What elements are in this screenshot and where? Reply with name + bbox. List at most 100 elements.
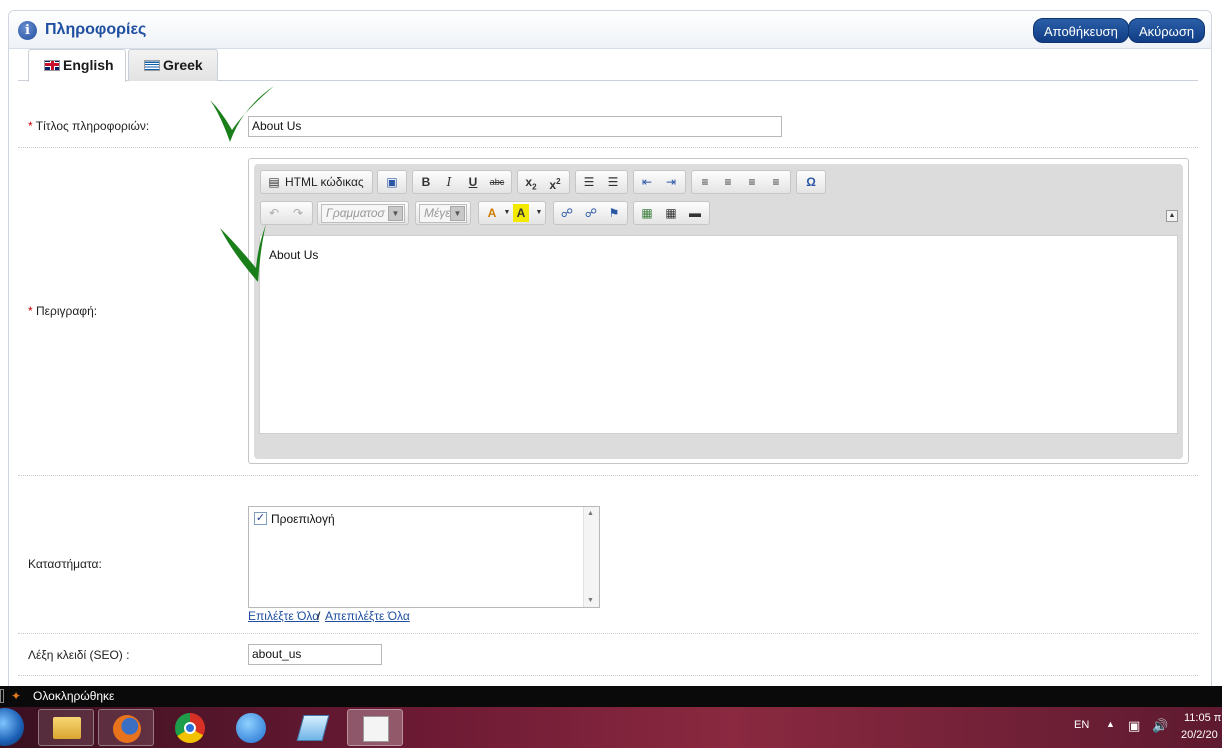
chevron-down-icon: ▼ xyxy=(450,206,465,221)
row-divider xyxy=(18,475,1198,476)
list-group: ☰ ☰ xyxy=(575,170,628,194)
panel-header: i Πληροφορίες Αποθήκευση Ακύρωση xyxy=(9,11,1211,49)
link-group: ☍ ☍ ⚑ xyxy=(553,201,628,225)
notepad-icon[interactable] xyxy=(296,715,330,741)
tab-english[interactable]: English xyxy=(28,49,126,82)
description-label: * Περιγραφή: xyxy=(28,304,97,318)
tab-greek-label: Greek xyxy=(163,57,203,73)
seo-keyword-input[interactable]: about_us xyxy=(248,644,382,665)
editor-text: About Us xyxy=(269,248,319,262)
row-divider xyxy=(18,147,1198,148)
highlight-color-icon[interactable]: A xyxy=(513,204,529,222)
font-size-value: Μέγε xyxy=(424,206,451,220)
uk-flag-icon xyxy=(44,60,60,71)
color-group: A ▼ A ▼ xyxy=(478,201,546,225)
firefox-taskbar-button[interactable] xyxy=(98,709,154,746)
editor-taskbar-button[interactable] xyxy=(347,709,403,746)
align-center-icon[interactable]: ≡ xyxy=(718,173,738,191)
cancel-button[interactable]: Ακύρωση xyxy=(1128,18,1206,43)
unordered-list-icon[interactable]: ☰ xyxy=(603,173,623,191)
explorer-taskbar-button[interactable] xyxy=(38,709,94,746)
info-icon: i xyxy=(18,21,37,40)
indent-icon[interactable]: ⇥ xyxy=(661,173,681,191)
rich-text-editor: ▤ HTML κώδικας ▣ B I U abc x2 x2 ☰ ☰ ⇤ ⇥… xyxy=(248,158,1189,464)
title-input[interactable]: About Us xyxy=(248,116,782,137)
title-label-text: Τίτλος πληροφοριών: xyxy=(35,119,150,133)
show-hidden-icons-icon[interactable]: ▲ xyxy=(1106,719,1115,729)
font-family-select[interactable]: Γραμματοσ ▼ xyxy=(321,204,405,223)
table-icon[interactable]: ▦ xyxy=(661,204,681,222)
underline-icon[interactable]: U xyxy=(463,173,483,191)
chevron-down-icon[interactable]: ▼ xyxy=(529,204,549,222)
html-source-button[interactable]: ▤ HTML κώδικας xyxy=(260,170,373,194)
anchor-flag-icon[interactable]: ⚑ xyxy=(604,204,624,222)
document-icon: ▤ xyxy=(268,175,280,189)
strikethrough-icon[interactable]: abc xyxy=(487,173,507,191)
title-label: * Τίτλος πληροφοριών: xyxy=(28,119,149,133)
font-family-value: Γραμματοσ xyxy=(326,206,385,220)
redo-icon[interactable]: ↷ xyxy=(288,204,308,222)
folder-icon xyxy=(53,717,81,739)
stores-scrollbar[interactable]: ▲ ▼ xyxy=(583,507,599,607)
bold-icon[interactable]: B xyxy=(416,173,436,191)
unlink-icon[interactable]: ☍ xyxy=(581,204,601,222)
insert-group: ▦ ▦ ▬ xyxy=(633,201,710,225)
editor-content-area[interactable]: About Us xyxy=(259,235,1178,434)
script-group: x2 x2 xyxy=(517,170,570,194)
undo-icon[interactable]: ↶ xyxy=(264,204,284,222)
image-icon[interactable]: ▦ xyxy=(637,204,657,222)
network-icon[interactable]: ▣ xyxy=(1128,718,1140,734)
stores-list: ✓ Προεπιλογή ▲ ▼ xyxy=(248,506,600,608)
indent-group: ⇤ ⇥ xyxy=(633,170,686,194)
html-source-label: HTML κώδικας xyxy=(285,175,364,189)
greek-flag-icon xyxy=(144,60,160,71)
link-icon[interactable]: ☍ xyxy=(557,204,577,222)
fullscreen-icon[interactable]: ▣ xyxy=(382,173,402,191)
omega-icon[interactable]: Ω xyxy=(801,173,821,191)
horizontal-rule-icon[interactable]: ▬ xyxy=(685,204,705,222)
align-left-icon[interactable]: ≡ xyxy=(695,173,715,191)
italic-icon[interactable]: I xyxy=(439,173,459,191)
language-indicator[interactable]: EN xyxy=(1074,719,1089,731)
windows-taskbar: EN ▲ ▣ 🔊 11:05 π 20/2/20 xyxy=(0,707,1222,748)
firefox-icon xyxy=(113,715,141,743)
subscript-icon[interactable]: x2 xyxy=(521,173,541,191)
scroll-up-icon[interactable]: ▲ xyxy=(587,510,594,517)
text-style-group: B I U abc xyxy=(412,170,512,194)
align-right-icon[interactable]: ≡ xyxy=(742,173,762,191)
clock-date[interactable]: 20/2/20 xyxy=(1181,729,1218,741)
fullscreen-group: ▣ xyxy=(377,170,407,194)
collapse-toolbar-icon[interactable]: ▲ xyxy=(1166,210,1178,222)
link-separator: / xyxy=(317,609,321,623)
ordered-list-icon[interactable]: ☰ xyxy=(579,173,599,191)
tab-greek[interactable]: Greek xyxy=(128,49,218,81)
font-size-group: Μέγε ▼ xyxy=(415,201,471,225)
scroll-down-icon[interactable]: ▼ xyxy=(587,597,594,604)
chrome-icon[interactable] xyxy=(175,713,205,743)
font-family-group: Γραμματοσ ▼ xyxy=(317,201,409,225)
required-marker: * xyxy=(28,119,36,133)
deselect-all-link[interactable]: Απεπιλέξτε Όλα xyxy=(325,609,410,623)
outdent-icon[interactable]: ⇤ xyxy=(637,173,657,191)
clock-time[interactable]: 11:05 π xyxy=(1184,712,1221,724)
align-justify-icon[interactable]: ≡ xyxy=(766,173,786,191)
row-divider xyxy=(18,633,1198,634)
status-text: Ολοκληρώθηκε xyxy=(33,689,115,703)
start-button-icon[interactable] xyxy=(0,708,24,746)
stores-label: Καταστήματα: xyxy=(28,557,102,571)
default-store-checkbox[interactable]: ✓ xyxy=(254,512,267,525)
superscript-icon[interactable]: x2 xyxy=(545,173,565,192)
save-button[interactable]: Αποθήκευση xyxy=(1033,18,1129,43)
language-tabs: English Greek xyxy=(18,49,1198,82)
row-divider xyxy=(18,675,1198,676)
page-title: Πληροφορίες xyxy=(45,21,147,38)
seo-label: Λέξη κλειδί (SEO) : xyxy=(28,648,130,662)
check-mark-icon xyxy=(210,86,274,142)
check-mark-icon xyxy=(220,224,266,282)
font-size-select[interactable]: Μέγε ▼ xyxy=(419,204,467,223)
align-group: ≡ ≡ ≡ ≡ xyxy=(691,170,791,194)
select-all-link[interactable]: Επιλέξτε Όλα xyxy=(248,609,319,623)
volume-icon[interactable]: 🔊 xyxy=(1152,718,1168,734)
sync-icon[interactable] xyxy=(236,713,266,743)
description-label-text: Περιγραφή: xyxy=(36,304,98,318)
